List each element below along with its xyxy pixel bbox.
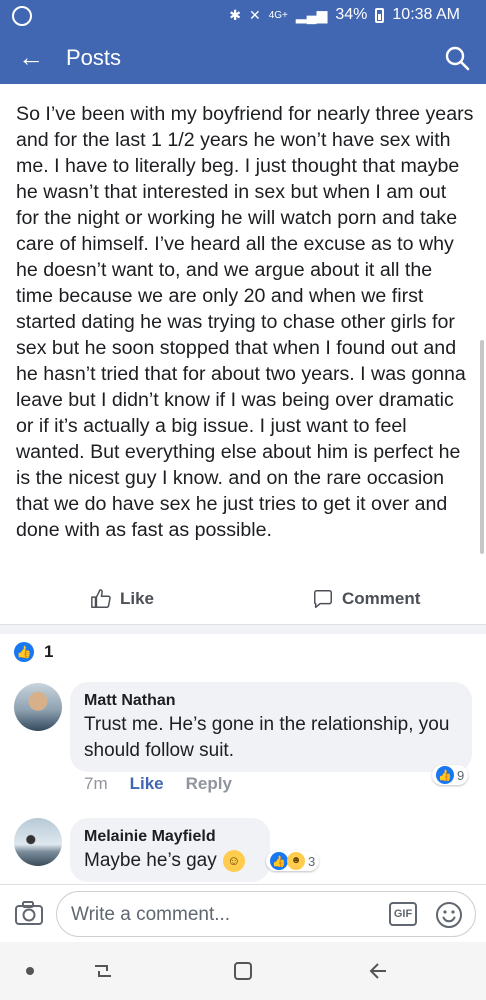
back-icon[interactable]: [366, 958, 392, 984]
comment-bubble: Melainie Mayfield Maybe he’s gay ☺: [70, 818, 270, 882]
comment-label: Comment: [342, 589, 421, 608]
battery-percent: 34%: [335, 6, 368, 23]
commenter-name[interactable]: Matt Nathan: [84, 690, 458, 712]
like-label: Like: [120, 589, 155, 608]
status-icons: ✱ ✕ 4G+ ▂▄▆ 34% 10:38 AM: [229, 6, 460, 24]
nav-dot-icon[interactable]: [26, 967, 34, 975]
camera-icon[interactable]: [14, 900, 44, 926]
reactions-summary[interactable]: 👍 1: [14, 642, 53, 662]
gif-button[interactable]: GIF: [389, 902, 417, 926]
emoji-picker-icon[interactable]: [435, 901, 463, 929]
commenter-name[interactable]: Melainie Mayfield: [84, 826, 256, 848]
system-nav-bar: [0, 942, 486, 1000]
comment-text: Trust me. He’s gone in the relationship,…: [84, 714, 450, 761]
like-reaction-icon: 👍: [436, 766, 454, 784]
avatar[interactable]: [14, 683, 62, 731]
comment-reactions[interactable]: 👍 9: [432, 765, 469, 785]
comment-input-placeholder: Write a comment...: [71, 904, 231, 925]
comment-reaction-count: 9: [457, 767, 465, 783]
page-title: Posts: [66, 45, 122, 70]
clock: 10:38 AM: [392, 6, 460, 23]
comment-composer: Write a comment... GIF: [0, 884, 486, 942]
post-body: So I’ve been with my boyfriend for nearl…: [16, 103, 474, 541]
network-type: 4G+: [268, 9, 288, 21]
mute-icon: ✕: [248, 6, 261, 23]
post-actions: Like Comment: [0, 582, 486, 622]
section-divider: [0, 624, 486, 634]
app-bar: ← Posts: [0, 32, 486, 84]
comment-reaction-count: 3: [308, 853, 316, 869]
haha-reaction-icon: ☻: [287, 852, 305, 870]
comment-bubble: Matt Nathan Trust me. He’s gone in the r…: [70, 682, 472, 772]
recent-apps-icon[interactable]: [90, 958, 116, 984]
bluetooth-icon: ✱: [229, 6, 241, 23]
comment-reply-button[interactable]: Reply: [186, 774, 232, 794]
search-icon[interactable]: [444, 45, 470, 71]
grin-emoji-icon: ☺: [222, 850, 245, 872]
comment-like-button[interactable]: Like: [130, 774, 164, 794]
comment-text-row: Maybe he’s gay ☺: [84, 848, 256, 874]
comment-button[interactable]: Comment: [312, 588, 420, 610]
comment-meta: 7m Like Reply: [84, 774, 232, 794]
messenger-notification-icon: [12, 6, 32, 26]
home-icon[interactable]: [230, 958, 256, 984]
signal-icon: ▂▄▆: [295, 6, 328, 23]
back-arrow-icon[interactable]: ←: [18, 43, 44, 71]
comment-text: Maybe he’s gay: [84, 850, 217, 871]
comment-reactions[interactable]: 👍 ☻ 3: [266, 851, 320, 871]
avatar[interactable]: [14, 818, 62, 866]
thumbs-up-icon: [91, 589, 111, 608]
reactions-count: 1: [44, 642, 54, 661]
scrollbar[interactable]: [480, 340, 484, 554]
like-button[interactable]: Like: [90, 588, 154, 610]
like-reaction-icon: 👍: [270, 852, 288, 870]
battery-icon: [375, 7, 385, 23]
comment-bubble-icon: [314, 590, 332, 608]
status-bar: ✱ ✕ 4G+ ▂▄▆ 34% 10:38 AM: [0, 0, 486, 32]
comment-input[interactable]: Write a comment... GIF: [56, 891, 476, 937]
like-reaction-icon: 👍: [14, 642, 34, 662]
comment-time: 7m: [84, 774, 108, 793]
